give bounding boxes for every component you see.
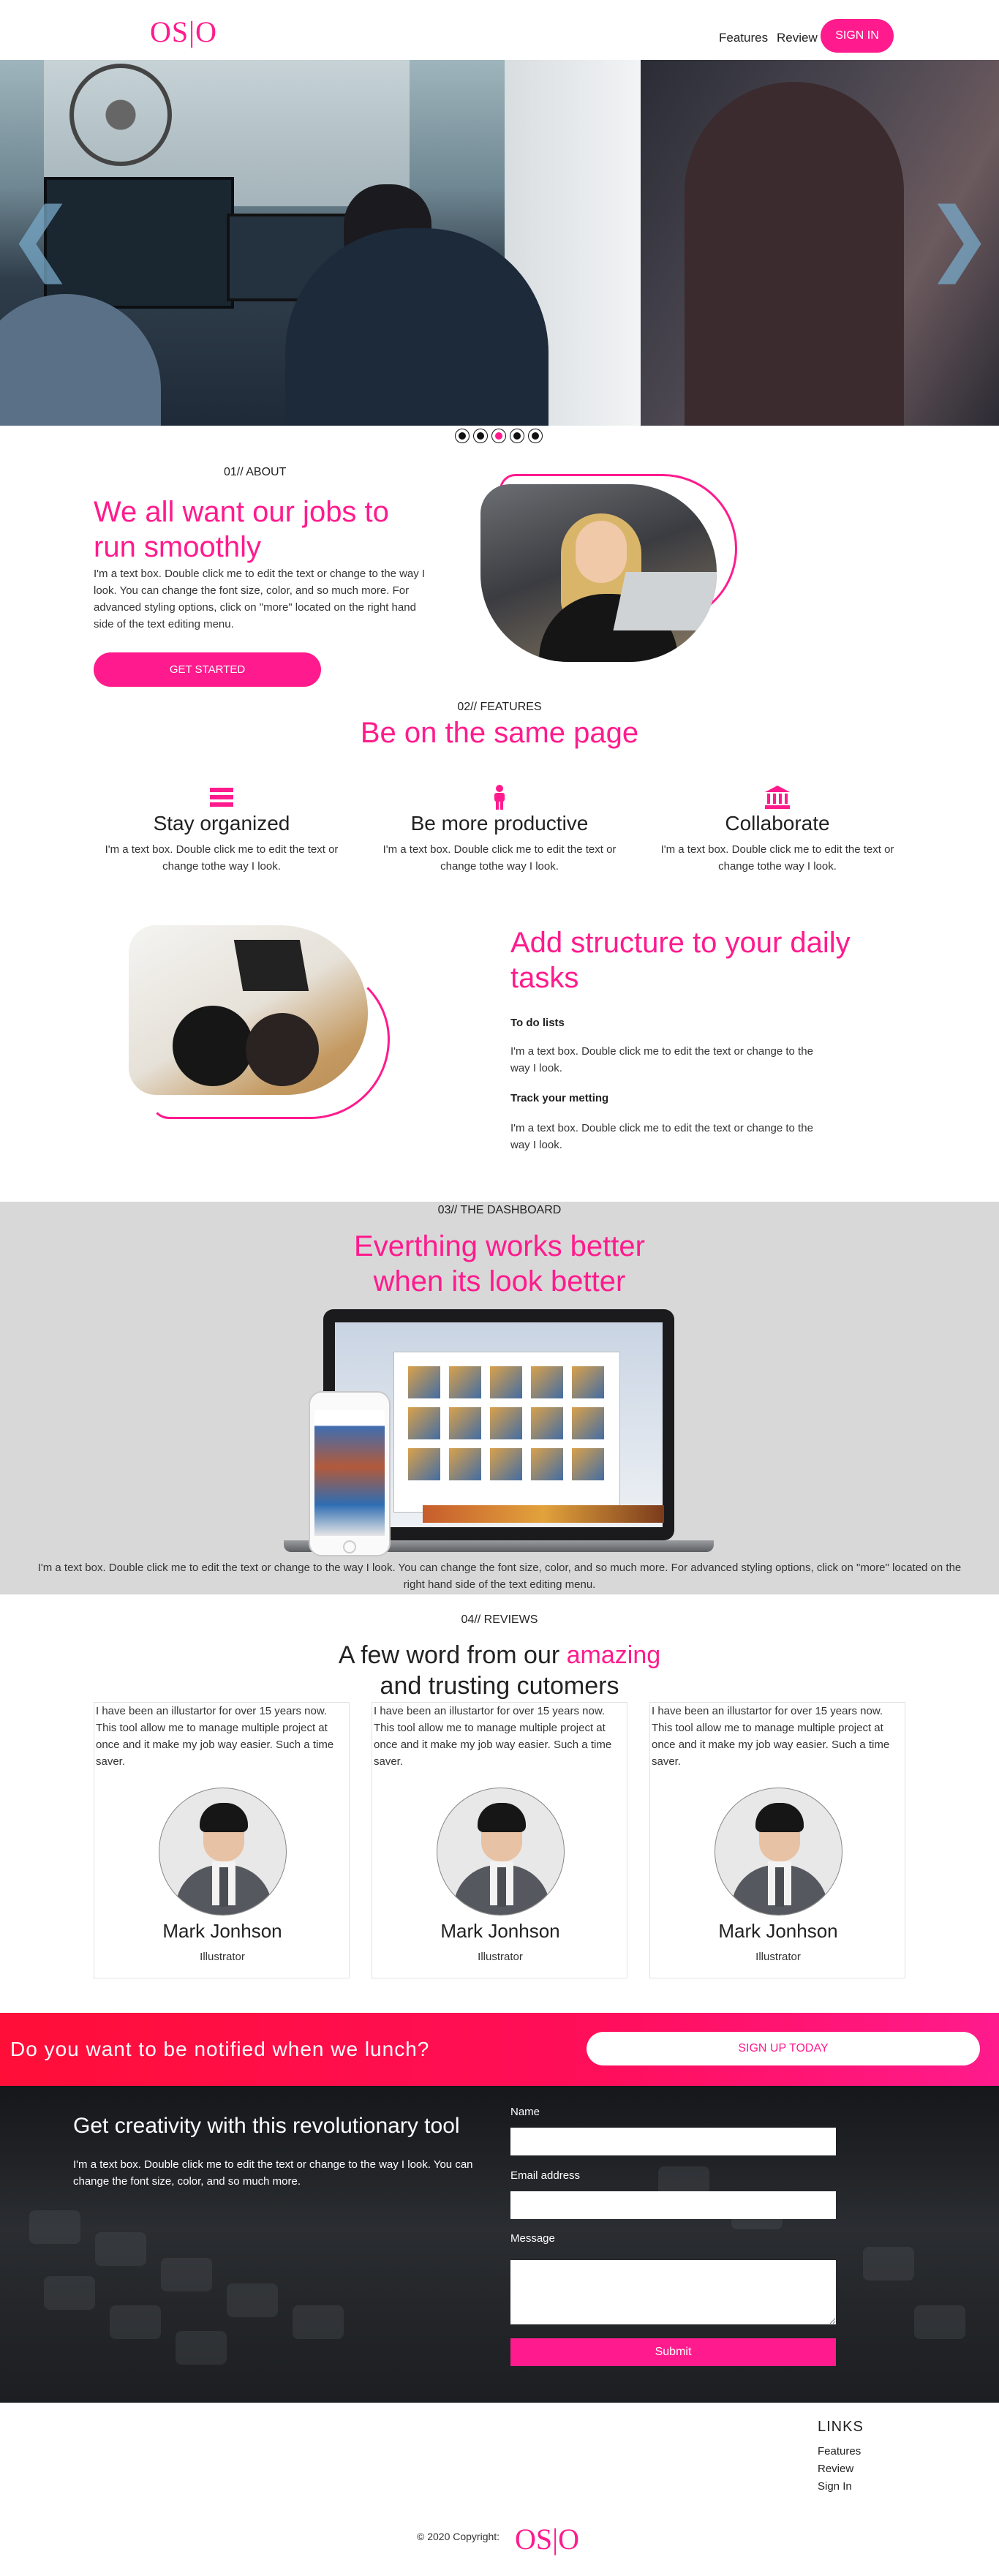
- message-textarea[interactable]: [510, 2260, 836, 2324]
- phone-screen: [314, 1410, 385, 1536]
- footer-link-features[interactable]: Features: [818, 2445, 861, 2458]
- list-icon: [90, 784, 353, 810]
- reviewer-role: Illustrator: [200, 1951, 245, 1963]
- child-head: [246, 1013, 319, 1086]
- dashboard-section-label: 03// THE DASHBOARD: [437, 1204, 562, 1216]
- child-head: [173, 1006, 253, 1086]
- sign-in-button[interactable]: SIGN IN: [821, 19, 894, 53]
- reviewer-name: Mark Jonhson: [162, 1920, 282, 1942]
- reviewer-role: Illustrator: [478, 1951, 523, 1963]
- about-section-label: 01// ABOUT: [224, 466, 287, 478]
- slider-prev-arrow-icon[interactable]: ❮: [7, 197, 75, 278]
- review-card: I have been an illustartor for over 15 y…: [94, 1702, 350, 1978]
- reviews-title-start: A few word from our: [338, 1641, 567, 1669]
- review-card: I have been an illustartor for over 15 y…: [649, 1702, 905, 1978]
- reviews-title-end: and trusting cutomers: [380, 1672, 619, 1700]
- laptop: [233, 940, 309, 991]
- name-label: Name: [510, 2106, 540, 2118]
- reviewer-role: Illustrator: [755, 1951, 801, 1963]
- structure-text: I'm a text box. Double click me to edit …: [510, 1045, 813, 1074]
- slider-dot[interactable]: [456, 429, 469, 442]
- person-icon: [368, 784, 631, 810]
- contact-text: I'm a text box. Double click me to edit …: [73, 2158, 473, 2188]
- email-input[interactable]: [510, 2191, 836, 2219]
- feature-item: Stay organized I'm a text box. Double cl…: [90, 784, 353, 875]
- nav-link-review[interactable]: Review: [777, 31, 818, 45]
- hero-slide-image: [0, 60, 641, 426]
- hero-slider: ❮ ❯: [0, 60, 999, 426]
- structure-subheading: Track your metting: [510, 1092, 609, 1104]
- home-button: [343, 1540, 356, 1553]
- notify-banner: Do you want to be notified when we lunch…: [0, 2013, 999, 2086]
- footer-logo[interactable]: OS|O: [515, 2522, 579, 2556]
- features-section-label: 02// FEATURES: [457, 701, 542, 713]
- contact-section: Get creativity with this revolutionary t…: [0, 2086, 999, 2403]
- avatar: [437, 1788, 565, 1916]
- footer-link-review[interactable]: Review: [818, 2463, 853, 2475]
- slider-dot[interactable]: [474, 429, 487, 442]
- person-left: [0, 294, 161, 426]
- footer-link-sign-in[interactable]: Sign In: [818, 2480, 852, 2493]
- structure-text: I'm a text box. Double click me to edit …: [510, 1122, 813, 1151]
- notify-text: Do you want to be notified when we lunch…: [10, 2038, 430, 2060]
- feature-text: I'm a text box. Double click me to edit …: [382, 843, 617, 873]
- about-text: I'm a text box. Double click me to edit …: [94, 568, 426, 630]
- sign-up-today-button[interactable]: SIGN UP TODAY: [587, 2032, 980, 2065]
- name-input[interactable]: [510, 2128, 836, 2155]
- bank-icon: [646, 784, 909, 810]
- feature-title: Be more productive: [410, 812, 589, 835]
- review-text: I have been an illustartor for over 15 y…: [374, 1705, 612, 1768]
- submit-button[interactable]: Submit: [510, 2338, 836, 2366]
- review-card: I have been an illustartor for over 15 y…: [372, 1702, 627, 1978]
- feature-title: Stay organized: [153, 812, 290, 835]
- contact-title: Get creativity with this revolutionary t…: [73, 2114, 460, 2138]
- fan-image: [69, 64, 172, 166]
- slider-dot[interactable]: [529, 429, 542, 442]
- feature-title: Collaborate: [725, 812, 830, 835]
- about-image: [480, 484, 717, 662]
- reviewer-name: Mark Jonhson: [440, 1920, 560, 1942]
- message-label: Message: [510, 2232, 555, 2245]
- avatar: [159, 1788, 287, 1916]
- about-title: We all want our jobs to run smoothly: [94, 496, 389, 563]
- email-label: Email address: [510, 2169, 581, 2182]
- person-right: [685, 82, 904, 426]
- nav-link-features[interactable]: Features: [719, 31, 768, 45]
- reviewer-name: Mark Jonhson: [718, 1920, 838, 1942]
- laptop: [613, 572, 717, 630]
- copyright-text: © 2020 Copyright:: [417, 2531, 500, 2542]
- feature-item: Be more productive I'm a text box. Doubl…: [368, 784, 631, 875]
- review-text: I have been an illustartor for over 15 y…: [652, 1705, 890, 1768]
- review-text: I have been an illustartor for over 15 y…: [96, 1705, 334, 1768]
- photo-grid: [408, 1366, 613, 1480]
- slider-dot[interactable]: [510, 429, 524, 442]
- slider-dots: [456, 429, 542, 442]
- dock: [423, 1505, 664, 1523]
- footer-links-title: LINKS: [818, 2419, 864, 2435]
- woman-face: [576, 521, 627, 583]
- dashboard-text: I'm a text box. Double click me to edit …: [37, 1562, 962, 1591]
- slider-dot-active[interactable]: [492, 429, 505, 442]
- avatar: [715, 1788, 842, 1916]
- site-logo[interactable]: OS|O: [150, 15, 217, 49]
- phone-mockup: [309, 1391, 391, 1556]
- reviews-section-label: 04// REVIEWS: [461, 1613, 538, 1626]
- structure-image: [129, 925, 368, 1095]
- dashboard-title: Everthing works better when its look bet…: [354, 1230, 645, 1298]
- reviews-title: A few word from our amazing and trusting…: [0, 1640, 999, 1701]
- get-started-button[interactable]: GET STARTED: [94, 652, 321, 687]
- structure-title: Add structure to your daily tasks: [510, 927, 851, 994]
- reviews-title-highlight: amazing: [566, 1641, 661, 1669]
- structure-subheading: To do lists: [510, 1017, 565, 1029]
- site-header: OS|O Features Review SIGN IN: [0, 0, 999, 60]
- slider-next-arrow-icon[interactable]: ❯: [925, 197, 992, 278]
- feature-text: I'm a text box. Double click me to edit …: [105, 843, 339, 873]
- feature-text: I'm a text box. Double click me to edit …: [660, 843, 894, 873]
- feature-item: Collaborate I'm a text box. Double click…: [646, 784, 909, 875]
- features-title: Be on the same page: [360, 717, 639, 749]
